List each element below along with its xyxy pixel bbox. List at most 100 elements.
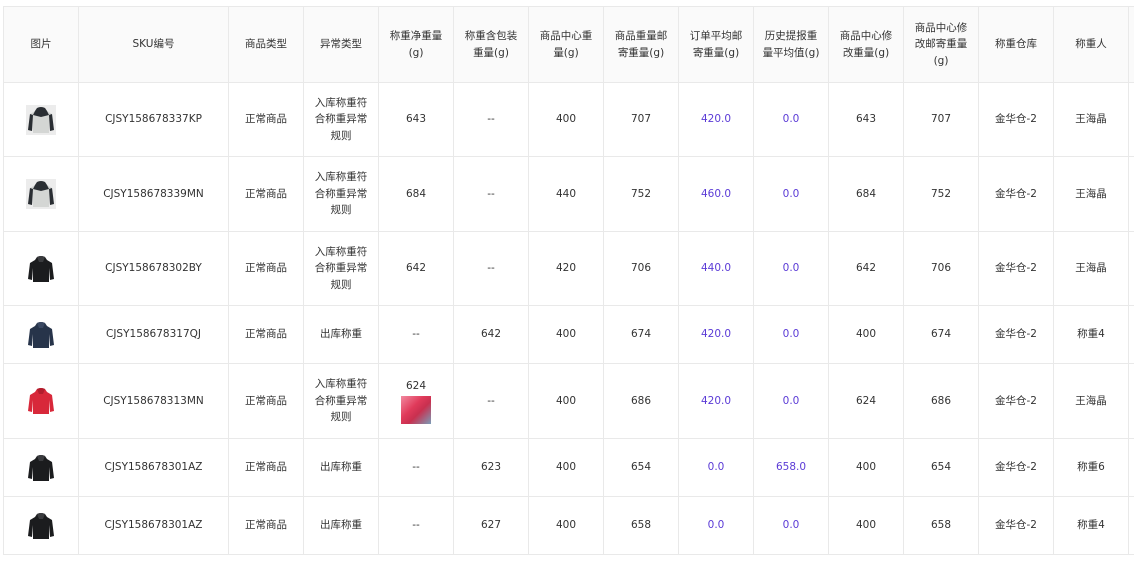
- modified-mail-weight-cell: 707: [903, 82, 979, 157]
- mail-weight-cell: 706: [603, 231, 679, 306]
- exception-type-cell: 入库称重符合称重异常规则: [303, 156, 379, 232]
- center-weight-cell: 420: [528, 231, 604, 306]
- package-weight-cell: --: [453, 231, 529, 306]
- history-avg-link[interactable]: 0.0: [753, 231, 829, 306]
- modified-weight-cell: 400: [828, 496, 904, 555]
- warehouse-cell: 金华仓-2: [978, 496, 1054, 555]
- product-type-cell: 正常商品: [228, 305, 304, 364]
- weight-photo-thumbnail[interactable]: [401, 396, 431, 425]
- product-image-cell: [3, 363, 79, 439]
- order-avg-weight-link[interactable]: 0.0: [678, 438, 754, 497]
- package-weight-cell: 642: [453, 305, 529, 364]
- modified-mail-weight-cell: 674: [903, 305, 979, 364]
- header-mail-weight: 商品重量邮寄重量(g): [603, 6, 679, 83]
- package-weight-cell: --: [453, 82, 529, 157]
- product-type-cell: 正常商品: [228, 438, 304, 497]
- weigher-cell: 王海晶: [1053, 156, 1129, 232]
- product-image-cell: [3, 156, 79, 232]
- package-weight-cell: --: [453, 363, 529, 439]
- mail-weight-cell: 686: [603, 363, 679, 439]
- modified-weight-cell: 400: [828, 305, 904, 364]
- net-weight-cell: --: [378, 305, 454, 364]
- package-weight-cell: 627: [453, 496, 529, 555]
- net-weight-cell: 624: [378, 363, 454, 439]
- weigher-cell: 王海晶: [1053, 82, 1129, 157]
- product-image-cell: [3, 305, 79, 364]
- header-sku: SKU编号: [78, 6, 229, 83]
- center-weight-cell: 400: [528, 496, 604, 555]
- table-row: CJSY158678301AZ 正常商品 出库称重 -- 623 400 654…: [3, 438, 1134, 497]
- header-history-avg: 历史提报重量平均值(g): [753, 6, 829, 83]
- package-weight-cell: 623: [453, 438, 529, 497]
- order-avg-weight-link[interactable]: 420.0: [678, 82, 754, 157]
- product-type-cell: 正常商品: [228, 363, 304, 439]
- table-row: CJSY158678339MN 正常商品 入库称重符合称重异常规则 684 --…: [3, 156, 1134, 232]
- history-avg-link[interactable]: 0.0: [753, 305, 829, 364]
- header-center-weight: 商品中心重量(g): [528, 6, 604, 83]
- history-avg-link[interactable]: 658.0: [753, 438, 829, 497]
- warehouse-cell: 金华仓-2: [978, 438, 1054, 497]
- sku-cell: CJSY158678313MN: [78, 363, 229, 439]
- product-image-cell: [3, 438, 79, 497]
- black-hoodie-icon[interactable]: [26, 253, 56, 284]
- product-type-cell: 正常商品: [228, 82, 304, 157]
- navy-hoodie-icon[interactable]: [26, 319, 56, 350]
- weigher-cell: 称重4: [1053, 496, 1129, 555]
- header-modified-weight: 商品中心修改重量(g): [828, 6, 904, 83]
- warehouse-cell: 金华仓-2: [978, 305, 1054, 364]
- header-package-weight: 称重含包装重量(g): [453, 6, 529, 83]
- weight-exception-table: 图片 SKU编号 商品类型 异常类型 称重净重量(g) 称重含包装重量(g) 商…: [3, 6, 1134, 555]
- header-order-avg-weight: 订单平均邮寄重量(g): [678, 6, 754, 83]
- sku-cell: CJSY158678339MN: [78, 156, 229, 232]
- exception-type-cell: 出库称重: [303, 496, 379, 555]
- weigher-cell: 称重4: [1053, 305, 1129, 364]
- weigher-cell: 称重6: [1053, 438, 1129, 497]
- history-avg-link[interactable]: 0.0: [753, 363, 829, 439]
- net-weight-cell: --: [378, 438, 454, 497]
- modified-weight-cell: 643: [828, 82, 904, 157]
- package-weight-cell: --: [453, 156, 529, 232]
- center-weight-cell: 400: [528, 438, 604, 497]
- gray-black-hoodie-icon[interactable]: [26, 104, 56, 135]
- order-avg-weight-link[interactable]: 0.0: [678, 496, 754, 555]
- mail-weight-cell: 707: [603, 82, 679, 157]
- table-row: CJSY158678317QJ 正常商品 出库称重 -- 642 400 674…: [3, 305, 1134, 364]
- center-weight-cell: 400: [528, 363, 604, 439]
- modified-weight-cell: 400: [828, 438, 904, 497]
- exception-type-cell: 出库称重: [303, 305, 379, 364]
- exception-type-cell: 入库称重符合称重异常规则: [303, 363, 379, 439]
- net-weight-cell: --: [378, 496, 454, 555]
- history-avg-link[interactable]: 0.0: [753, 82, 829, 157]
- exception-type-cell: 出库称重: [303, 438, 379, 497]
- center-weight-cell: 400: [528, 82, 604, 157]
- warehouse-cell: 金华仓-2: [978, 82, 1054, 157]
- red-hoodie-icon[interactable]: [26, 386, 56, 416]
- black-hoodie-icon[interactable]: [26, 510, 56, 541]
- product-image-cell: [3, 82, 79, 157]
- header-modified-mail-weight: 商品中心修改邮寄重量(g): [903, 6, 979, 83]
- gray-black-hoodie-icon[interactable]: [26, 179, 56, 209]
- net-weight-value: 624: [405, 379, 427, 392]
- order-avg-weight-link[interactable]: 440.0: [678, 231, 754, 306]
- exception-type-cell: 入库称重符合称重异常规则: [303, 82, 379, 157]
- mail-weight-cell: 654: [603, 438, 679, 497]
- table-header-row: 图片 SKU编号 商品类型 异常类型 称重净重量(g) 称重含包装重量(g) 商…: [3, 6, 1134, 83]
- history-avg-link[interactable]: 0.0: [753, 156, 829, 232]
- black-hoodie-icon[interactable]: [26, 452, 56, 483]
- order-avg-weight-link[interactable]: 420.0: [678, 305, 754, 364]
- warehouse-cell: 金华仓-2: [978, 231, 1054, 306]
- order-avg-weight-link[interactable]: 460.0: [678, 156, 754, 232]
- modified-weight-cell: 624: [828, 363, 904, 439]
- history-avg-link[interactable]: 0.0: [753, 496, 829, 555]
- modified-mail-weight-cell: 752: [903, 156, 979, 232]
- order-avg-weight-link[interactable]: 420.0: [678, 363, 754, 439]
- center-weight-cell: 400: [528, 305, 604, 364]
- modified-mail-weight-cell: 654: [903, 438, 979, 497]
- table-row: CJSY158678301AZ 正常商品 出库称重 -- 627 400 658…: [3, 496, 1134, 555]
- exception-type-cell: 入库称重符合称重异常规则: [303, 231, 379, 306]
- table-row: CJSY158678302BY 正常商品 入库称重符合称重异常规则 642 --…: [3, 231, 1134, 306]
- sku-cell: CJSY158678301AZ: [78, 496, 229, 555]
- weigher-cell: 王海晶: [1053, 231, 1129, 306]
- net-weight-cell: 642: [378, 231, 454, 306]
- table-row: CJSY158678313MN 正常商品 入库称重符合称重异常规则 624 --…: [3, 363, 1134, 439]
